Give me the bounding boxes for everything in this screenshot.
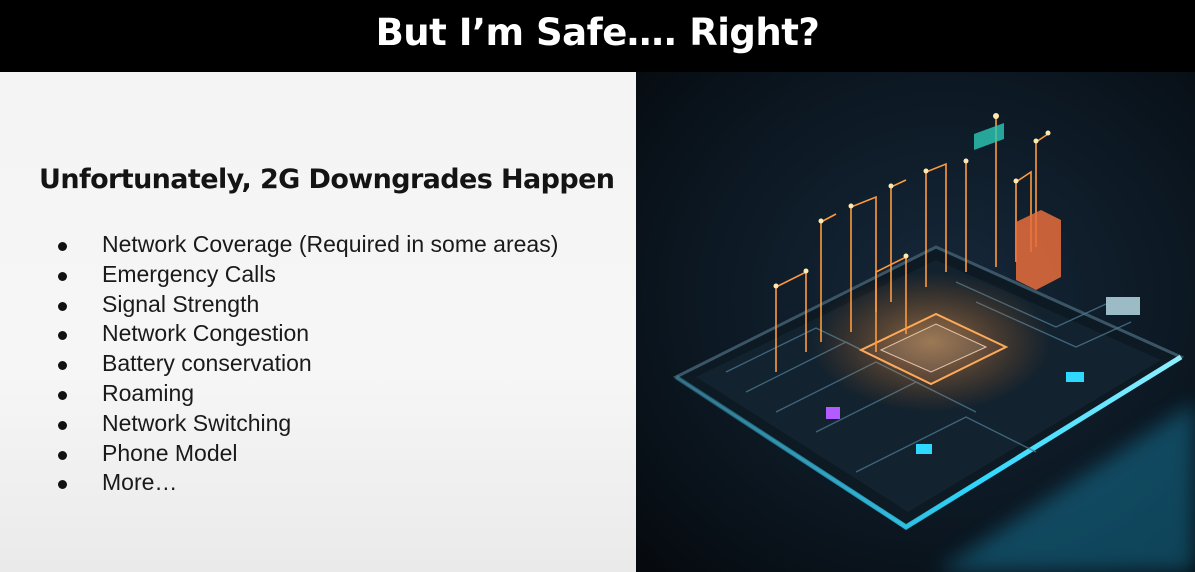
title-bar: But I’m Safe…. Right?: [0, 0, 1195, 72]
bullet-text: Phone Model: [102, 439, 238, 466]
bullet-dot-icon: [58, 390, 67, 400]
bullet-text: Emergency Calls: [102, 260, 276, 287]
slide-heading: Unfortunately, 2G Downgrades Happen: [39, 164, 615, 195]
text-panel: Unfortunately, 2G Downgrades Happen Netw…: [0, 72, 636, 572]
bullet-dot-icon: [58, 480, 67, 490]
bullet-text: Network Switching: [102, 409, 292, 436]
phone-circuit-image: [636, 72, 1195, 572]
bullet-dot-icon: [58, 301, 67, 311]
smartphone-circuit-illustration: [636, 72, 1195, 572]
bullet-dot-icon: [58, 420, 67, 430]
bullet-dot-icon: [58, 361, 67, 371]
bullet-dot-icon: [58, 450, 67, 460]
bullet-text: Signal Strength: [102, 290, 260, 317]
bullet-dot-icon: [58, 242, 67, 251]
bullet-text: More…: [102, 469, 178, 496]
bullet-text: Network Coverage (Required in some areas…: [102, 231, 559, 257]
bullet-text: Roaming: [102, 379, 195, 406]
bullet-dot-icon: [58, 331, 67, 341]
bullet-text: Network Congestion: [102, 320, 310, 347]
bullet-text: Battery conservation: [102, 350, 312, 377]
slide-title: But I’m Safe…. Right?: [375, 10, 820, 54]
bullet-dot-icon: [58, 271, 67, 281]
